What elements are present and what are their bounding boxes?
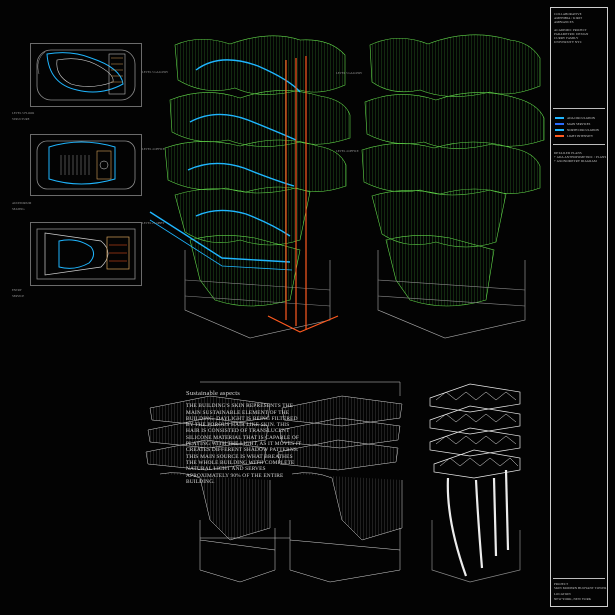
sidebar-header: COLLABORATIVE AMPHIBIA / KIRIT AMBIANCES… <box>554 12 588 44</box>
legend-label: LIGHT INTENSITY <box>567 134 594 138</box>
legend-label: ADA CIRCULATION <box>567 116 595 120</box>
callout-left-3: LEVEL 2 LOBBY <box>142 221 165 225</box>
tower-circulation-axon <box>164 35 351 339</box>
header-line: AMBIANCES <box>554 20 574 25</box>
sidebar-divider <box>553 578 605 579</box>
structure-axon <box>429 383 521 583</box>
title-sidebar: COLLABORATIVE AMPHIBIA / KIRIT AMBIANCES… <box>550 7 608 607</box>
presentation-sheet: LEVEL 5 FLOOR STRUCTURE AUDITORIUM SEATI… <box>0 0 615 615</box>
tower-skin-axon <box>361 34 545 339</box>
legend-swatch <box>555 129 564 131</box>
callout-right-1: LEVEL 5 GALLERY <box>336 71 363 75</box>
callout-left-1: LEVEL 5 GALLERY <box>142 70 169 74</box>
drawing-title: DETAILED PLANS + ADA ANTHOPOMETRIC / PLA… <box>554 151 606 164</box>
legend-swatch <box>555 117 564 119</box>
legend-label: MAIN SERVICES <box>567 122 591 126</box>
axonometric-drawings <box>145 34 545 583</box>
legend-swatch <box>555 135 564 137</box>
sustainable-title: Sustainable aspects <box>186 390 240 397</box>
legend-item: NORTH CIRCULATION <box>555 128 599 132</box>
legend-swatch <box>555 123 564 125</box>
legend-item: ADA CIRCULATION <box>555 116 595 120</box>
legend-item: LIGHT INTENSITY <box>555 134 593 138</box>
header-line: UNIVERSITY NYC <box>554 40 582 45</box>
footer-line: SKIN MODERN BUOYANT TOWER <box>554 586 607 591</box>
sidebar-footer: PROJECT SKIN MODERN BUOYANT TOWER LOCATI… <box>554 582 607 601</box>
legend-label: NORTH CIRCULATION <box>567 128 599 132</box>
sidebar-divider <box>553 144 605 145</box>
sustainable-aspects-text: Sustainable aspects THE BUILDING'S SKIN … <box>186 390 304 485</box>
sidebar-divider <box>553 108 605 109</box>
callout-left-2: LEVEL 4 OFFICE <box>142 147 165 151</box>
footer-line: NEW YORK, NEW YORK <box>554 596 592 601</box>
callout-right-2: LEVEL 4 OFFICE <box>336 149 359 153</box>
sustainable-body: THE BUILDING'S SKIN REPRESENTS THE MAIN … <box>186 403 302 485</box>
drawing-title-line: + AXONOMETRY DIAGRAM <box>554 159 597 164</box>
legend-item: MAIN SERVICES <box>555 122 590 126</box>
